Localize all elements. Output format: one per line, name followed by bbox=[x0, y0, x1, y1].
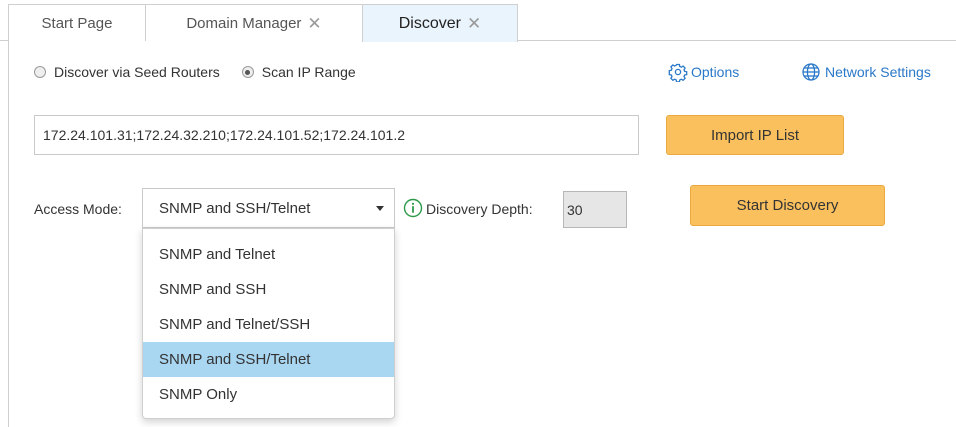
radio-seed-routers-label[interactable]: Discover via Seed Routers bbox=[54, 64, 220, 80]
dropdown-option[interactable]: SNMP and Telnet bbox=[143, 237, 394, 272]
discovery-method-group: Discover via Seed Routers Scan IP Range bbox=[34, 64, 356, 80]
radio-seed-routers[interactable] bbox=[34, 66, 46, 78]
discovery-depth-label: Discovery Depth: bbox=[426, 201, 533, 217]
dropdown-option[interactable]: SNMP and SSH bbox=[143, 272, 394, 307]
close-icon[interactable]: ✕ bbox=[467, 15, 481, 32]
access-mode-value: SNMP and SSH/Telnet bbox=[159, 199, 311, 217]
globe-icon bbox=[802, 63, 820, 81]
gear-icon bbox=[668, 63, 688, 82]
network-settings-link[interactable]: Network Settings bbox=[800, 62, 931, 82]
dropdown-option-highlighted[interactable]: SNMP and SSH/Telnet bbox=[143, 342, 394, 377]
tab-label: Discover bbox=[398, 14, 461, 32]
import-ip-list-button[interactable]: Import IP List bbox=[666, 115, 844, 155]
discovery-depth-input[interactable] bbox=[563, 191, 627, 228]
options-link[interactable]: Options bbox=[668, 62, 739, 82]
info-icon bbox=[403, 198, 423, 218]
access-mode-select[interactable]: SNMP and SSH/Telnet bbox=[142, 188, 395, 228]
tab-bar: Start Page Domain Manager ✕ Discover ✕ bbox=[0, 0, 956, 42]
tab-start-page[interactable]: Start Page bbox=[8, 4, 146, 41]
tab-label: Start Page bbox=[41, 14, 113, 32]
close-icon[interactable]: ✕ bbox=[307, 15, 321, 32]
dropdown-option[interactable]: SNMP and Telnet/SSH bbox=[143, 307, 394, 342]
dropdown-option[interactable]: SNMP Only bbox=[143, 377, 394, 412]
tab-discover[interactable]: Discover ✕ bbox=[362, 4, 518, 42]
radio-scan-ip-range[interactable] bbox=[241, 66, 254, 78]
access-mode-dropdown: SNMP and Telnet SNMP and SSH SNMP and Te… bbox=[142, 228, 395, 419]
radio-scan-ip-range-label[interactable]: Scan IP Range bbox=[262, 64, 356, 80]
content-left-border bbox=[8, 40, 9, 427]
tab-domain-manager[interactable]: Domain Manager ✕ bbox=[145, 4, 363, 41]
ip-range-input[interactable] bbox=[34, 115, 639, 155]
start-discovery-button[interactable]: Start Discovery bbox=[690, 185, 885, 226]
tab-label: Domain Manager bbox=[186, 14, 302, 32]
access-mode-label: Access Mode: bbox=[34, 201, 122, 217]
chevron-down-icon bbox=[376, 206, 384, 211]
network-settings-label: Network Settings bbox=[825, 64, 931, 80]
options-label: Options bbox=[691, 64, 740, 80]
